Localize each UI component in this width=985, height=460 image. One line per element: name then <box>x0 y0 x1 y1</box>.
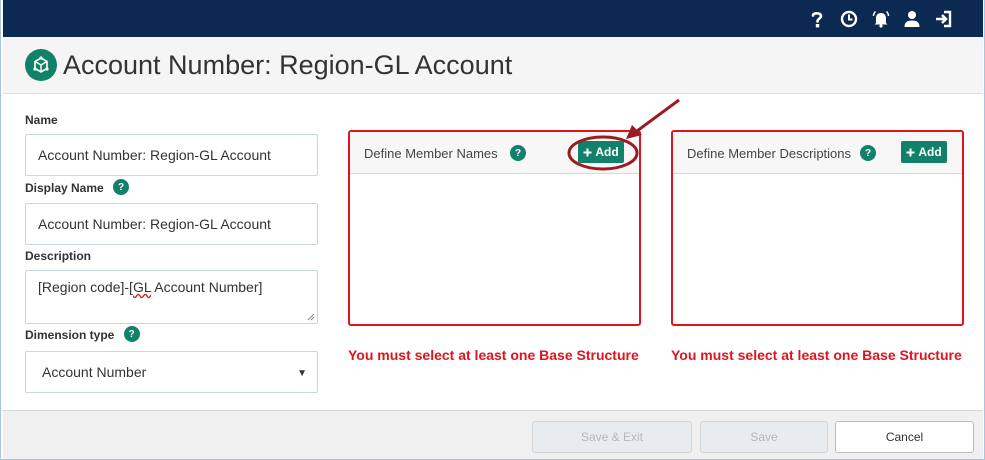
annotation-circle <box>567 135 639 171</box>
annotation-arrow-head <box>626 125 642 139</box>
annotation-overlay <box>567 98 680 171</box>
annotation-arrow-line <box>636 98 680 133</box>
save-button[interactable]: Save <box>700 421 828 453</box>
cancel-button[interactable]: Cancel <box>835 421 974 453</box>
save-exit-button[interactable]: Save & Exit <box>532 421 692 453</box>
footer-bar: Save & Exit Save Cancel <box>3 410 983 459</box>
